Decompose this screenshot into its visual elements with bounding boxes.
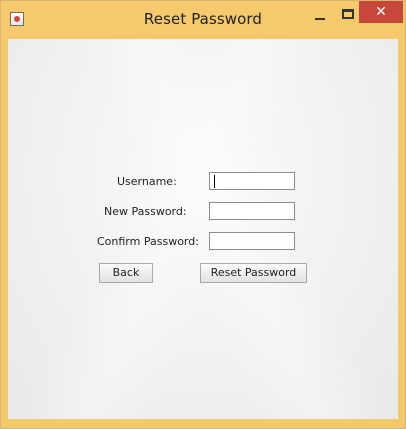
window-bottom-border <box>1 419 405 428</box>
text-caret <box>214 175 215 188</box>
content-panel: Username: New Password: Confirm Password… <box>8 39 398 419</box>
maximize-icon[interactable] <box>342 9 354 19</box>
reset-password-window: Reset Password ✕ Username: New Password:… <box>0 0 406 429</box>
reset-password-button[interactable]: Reset Password <box>200 263 307 283</box>
confirm-password-label: Confirm Password: <box>97 235 199 248</box>
minimize-icon[interactable] <box>313 10 327 24</box>
new-password-field[interactable] <box>209 202 295 220</box>
title-bar[interactable]: Reset Password ✕ <box>1 1 405 39</box>
new-password-label: New Password: <box>104 205 187 218</box>
confirm-password-field[interactable] <box>209 232 295 250</box>
username-label: Username: <box>117 175 177 188</box>
back-button[interactable]: Back <box>99 263 153 283</box>
username-field[interactable] <box>209 172 295 190</box>
close-icon[interactable]: ✕ <box>359 1 403 23</box>
